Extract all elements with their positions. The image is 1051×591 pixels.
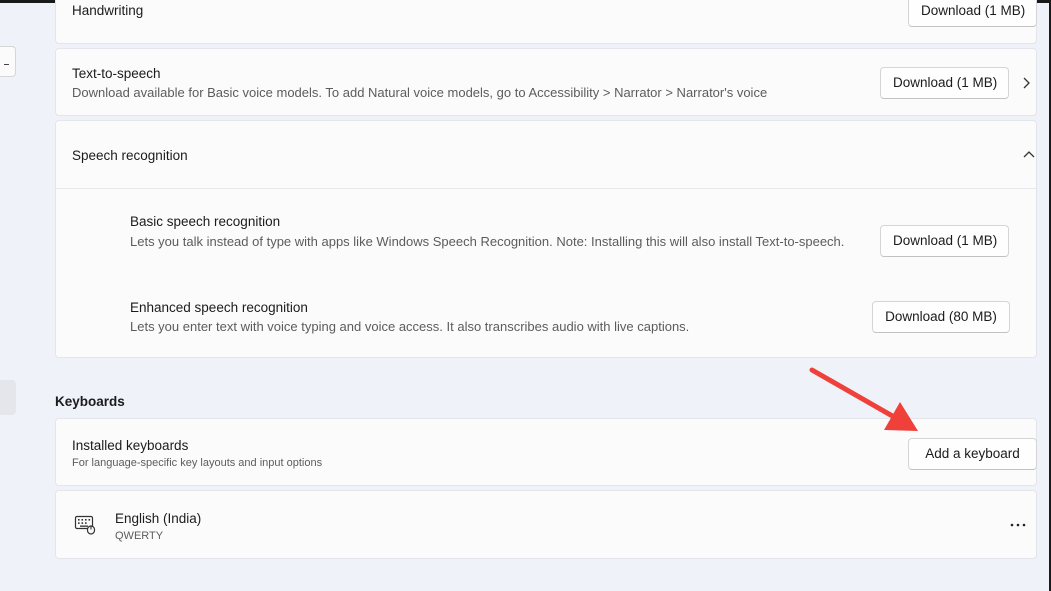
- installed-keyboards-description: For language-specific key layouts and in…: [72, 457, 323, 469]
- chevron-right-icon[interactable]: [1021, 76, 1031, 90]
- installed-keyboards-card: Installed keyboards For language-specifi…: [55, 418, 1037, 486]
- keyboard-icon: [74, 515, 96, 535]
- speech-recognition-title: Speech recognition: [72, 148, 188, 163]
- speech-recognition-header[interactable]: Speech recognition: [56, 121, 1036, 188]
- back-button[interactable]: [0, 46, 16, 77]
- enhanced-speech-description: Lets you enter text with voice typing an…: [130, 319, 690, 334]
- speech-recognition-divider: [56, 188, 1036, 189]
- chevron-up-icon[interactable]: [1022, 149, 1036, 159]
- speech-recognition-card: Speech recognition Basic speech recognit…: [55, 120, 1037, 358]
- installed-keyboards-title: Installed keyboards: [72, 438, 189, 453]
- handwriting-title: Handwriting: [72, 3, 144, 18]
- text-to-speech-card[interactable]: Text-to-speech Download available for Ba…: [55, 48, 1037, 116]
- add-keyboard-button[interactable]: Add a keyboard: [908, 438, 1037, 470]
- basic-speech-description: Lets you talk instead of type with apps …: [130, 234, 845, 249]
- tts-download-button[interactable]: Download (1 MB): [880, 67, 1009, 99]
- basic-speech-title: Basic speech recognition: [130, 214, 281, 229]
- nav-selection-indicator: [0, 380, 16, 415]
- tts-description: Download available for Basic voice model…: [72, 85, 768, 100]
- basic-speech-download-button[interactable]: Download (1 MB): [880, 225, 1009, 257]
- enhanced-speech-title: Enhanced speech recognition: [130, 300, 308, 315]
- enhanced-speech-download-button[interactable]: Download (80 MB): [872, 301, 1010, 333]
- keyboard-name: English (India): [115, 511, 202, 526]
- tts-title: Text-to-speech: [72, 66, 161, 81]
- handwriting-download-button[interactable]: Download (1 MB): [908, 0, 1037, 27]
- keyboard-layout: QWERTY: [115, 530, 164, 542]
- more-options-icon[interactable]: [1010, 523, 1026, 527]
- handwriting-card: Handwriting Download (1 MB): [55, 0, 1037, 44]
- keyboards-section-title: Keyboards: [55, 394, 125, 409]
- keyboard-list-item[interactable]: English (India) QWERTY: [55, 490, 1037, 559]
